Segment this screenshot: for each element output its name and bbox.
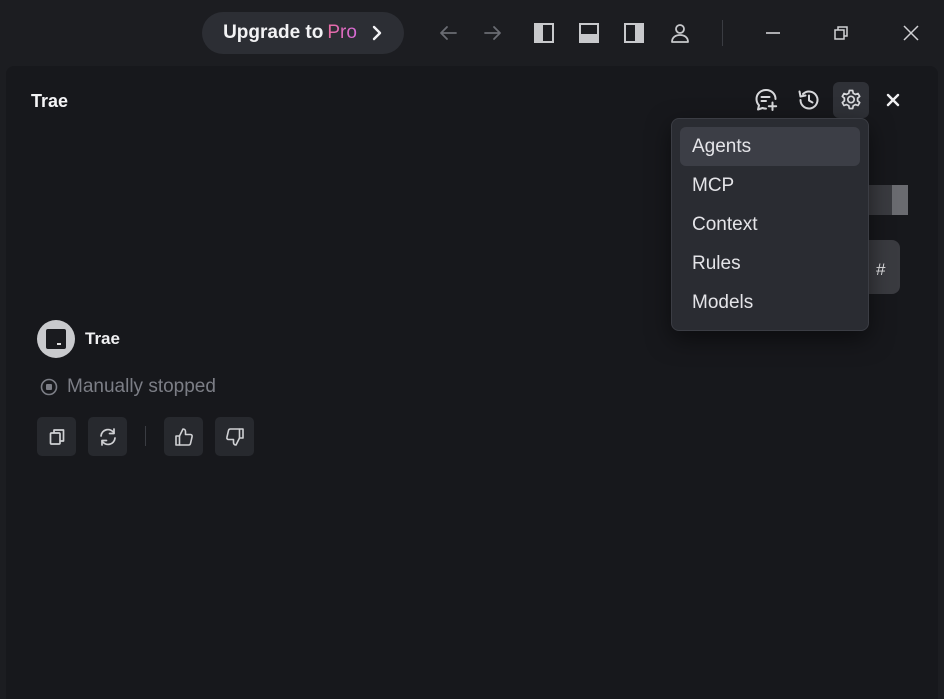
menu-item-models[interactable]: Models <box>680 283 860 322</box>
actions-divider <box>145 426 146 446</box>
arrow-right-icon[interactable] <box>478 18 508 48</box>
layout-left-panel-icon[interactable] <box>529 18 559 48</box>
trae-logo-icon <box>46 329 66 349</box>
title-bar: Upgrade to Pro <box>0 0 944 66</box>
thumbs-down-button[interactable] <box>215 417 254 456</box>
chevron-right-icon <box>372 25 382 41</box>
upgrade-label: Upgrade to <box>223 22 324 43</box>
menu-item-mcp[interactable]: MCP <box>680 166 860 205</box>
arrow-left-icon[interactable] <box>433 18 463 48</box>
copy-icon <box>49 428 64 445</box>
menu-item-rules[interactable]: Rules <box>680 244 860 283</box>
settings-icon[interactable] <box>833 82 869 118</box>
panel-title: Trae <box>31 91 69 111</box>
layout-bottom-panel-icon[interactable] <box>574 18 604 48</box>
pro-label: Pro <box>327 22 357 43</box>
history-icon[interactable] <box>791 82 827 118</box>
thumbs-up-button[interactable] <box>164 417 203 456</box>
account-icon[interactable] <box>665 18 695 48</box>
upgrade-to-pro-button[interactable]: Upgrade to Pro <box>202 12 404 54</box>
thumbs-up-icon <box>174 427 193 446</box>
status-line: Manually stopped <box>40 376 216 398</box>
scroll-thumb[interactable] <box>892 185 908 215</box>
titlebar-divider <box>722 20 723 46</box>
refresh-icon <box>99 427 116 446</box>
bot-name: Trae <box>85 329 120 348</box>
settings-dropdown-menu: Agents MCP Context Rules Models <box>671 118 869 331</box>
restore-icon[interactable] <box>826 18 856 48</box>
copy-button[interactable] <box>37 417 76 456</box>
layout-right-panel-icon[interactable] <box>619 18 649 48</box>
close-window-icon[interactable] <box>896 18 926 48</box>
bubble-hash-text: # <box>876 260 886 279</box>
minimize-icon[interactable] <box>758 18 788 48</box>
menu-item-agents[interactable]: Agents <box>680 127 860 166</box>
status-text: Manually stopped <box>67 376 216 397</box>
close-panel-icon[interactable] <box>875 82 911 118</box>
thumbs-down-icon <box>225 427 244 446</box>
new-chat-icon[interactable] <box>748 82 784 118</box>
stop-circle-icon <box>40 378 58 396</box>
bot-avatar <box>37 320 75 358</box>
regenerate-button[interactable] <box>88 417 127 456</box>
menu-item-context[interactable]: Context <box>680 205 860 244</box>
